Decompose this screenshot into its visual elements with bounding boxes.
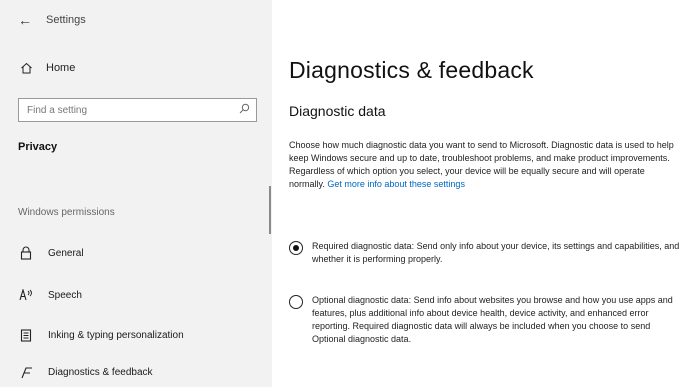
option-label: Optional diagnostic data: Send info abou… — [312, 295, 673, 344]
section-heading-privacy: Privacy — [18, 141, 58, 153]
nav-home[interactable]: Home — [20, 62, 75, 74]
search-field[interactable] — [18, 98, 257, 122]
option-optional-diagnostic-data[interactable]: Optional diagnostic data: Send info abou… — [289, 294, 681, 346]
sidebar-item-diagnostics-feedback[interactable]: Diagnostics & feedback — [18, 360, 268, 384]
sidebar-item-label: General — [48, 247, 84, 259]
search-icon[interactable] — [239, 101, 250, 119]
sidebar-item-inking-typing[interactable]: Inking & typing personalization — [18, 323, 268, 347]
app-title: Settings — [46, 14, 86, 26]
inking-icon — [18, 328, 34, 342]
radio-button-selected[interactable] — [289, 241, 303, 255]
title-bar: ← Settings — [0, 0, 272, 40]
sidebar: ← Settings Home Privacy Windows permissi… — [0, 0, 272, 387]
sidebar-item-label: Inking & typing personalization — [48, 329, 184, 341]
home-icon — [20, 62, 34, 74]
nav-home-label: Home — [46, 62, 76, 74]
sidebar-item-speech[interactable]: Speech — [18, 283, 268, 307]
back-arrow-icon: ← — [18, 12, 32, 28]
option-label: Required diagnostic data: Send only info… — [312, 241, 680, 264]
sidebar-item-label: Speech — [48, 289, 82, 301]
group-heading-windows-permissions: Windows permissions — [18, 207, 115, 218]
section-title: Diagnostic data — [289, 103, 386, 119]
sidebar-item-label: Diagnostics & feedback — [48, 366, 153, 378]
option-required-diagnostic-data[interactable]: Required diagnostic data: Send only info… — [289, 240, 681, 266]
settings-window: ← Settings Home Privacy Windows permissi… — [0, 0, 691, 387]
speech-icon — [18, 289, 34, 301]
diagnostics-icon — [18, 366, 34, 379]
page-title: Diagnostics & feedback — [289, 57, 534, 83]
radio-button[interactable] — [289, 295, 303, 309]
search-input[interactable] — [27, 104, 227, 116]
lock-icon — [18, 246, 34, 260]
more-info-link[interactable]: Get more info about these settings — [327, 179, 465, 189]
main-content: Diagnostics & feedback Diagnostic data C… — [272, 0, 691, 387]
description: Choose how much diagnostic data you want… — [289, 139, 677, 191]
sidebar-item-general[interactable]: General — [18, 241, 268, 265]
sidebar-scrollbar[interactable] — [269, 186, 271, 234]
back-button[interactable]: ← — [10, 5, 40, 35]
